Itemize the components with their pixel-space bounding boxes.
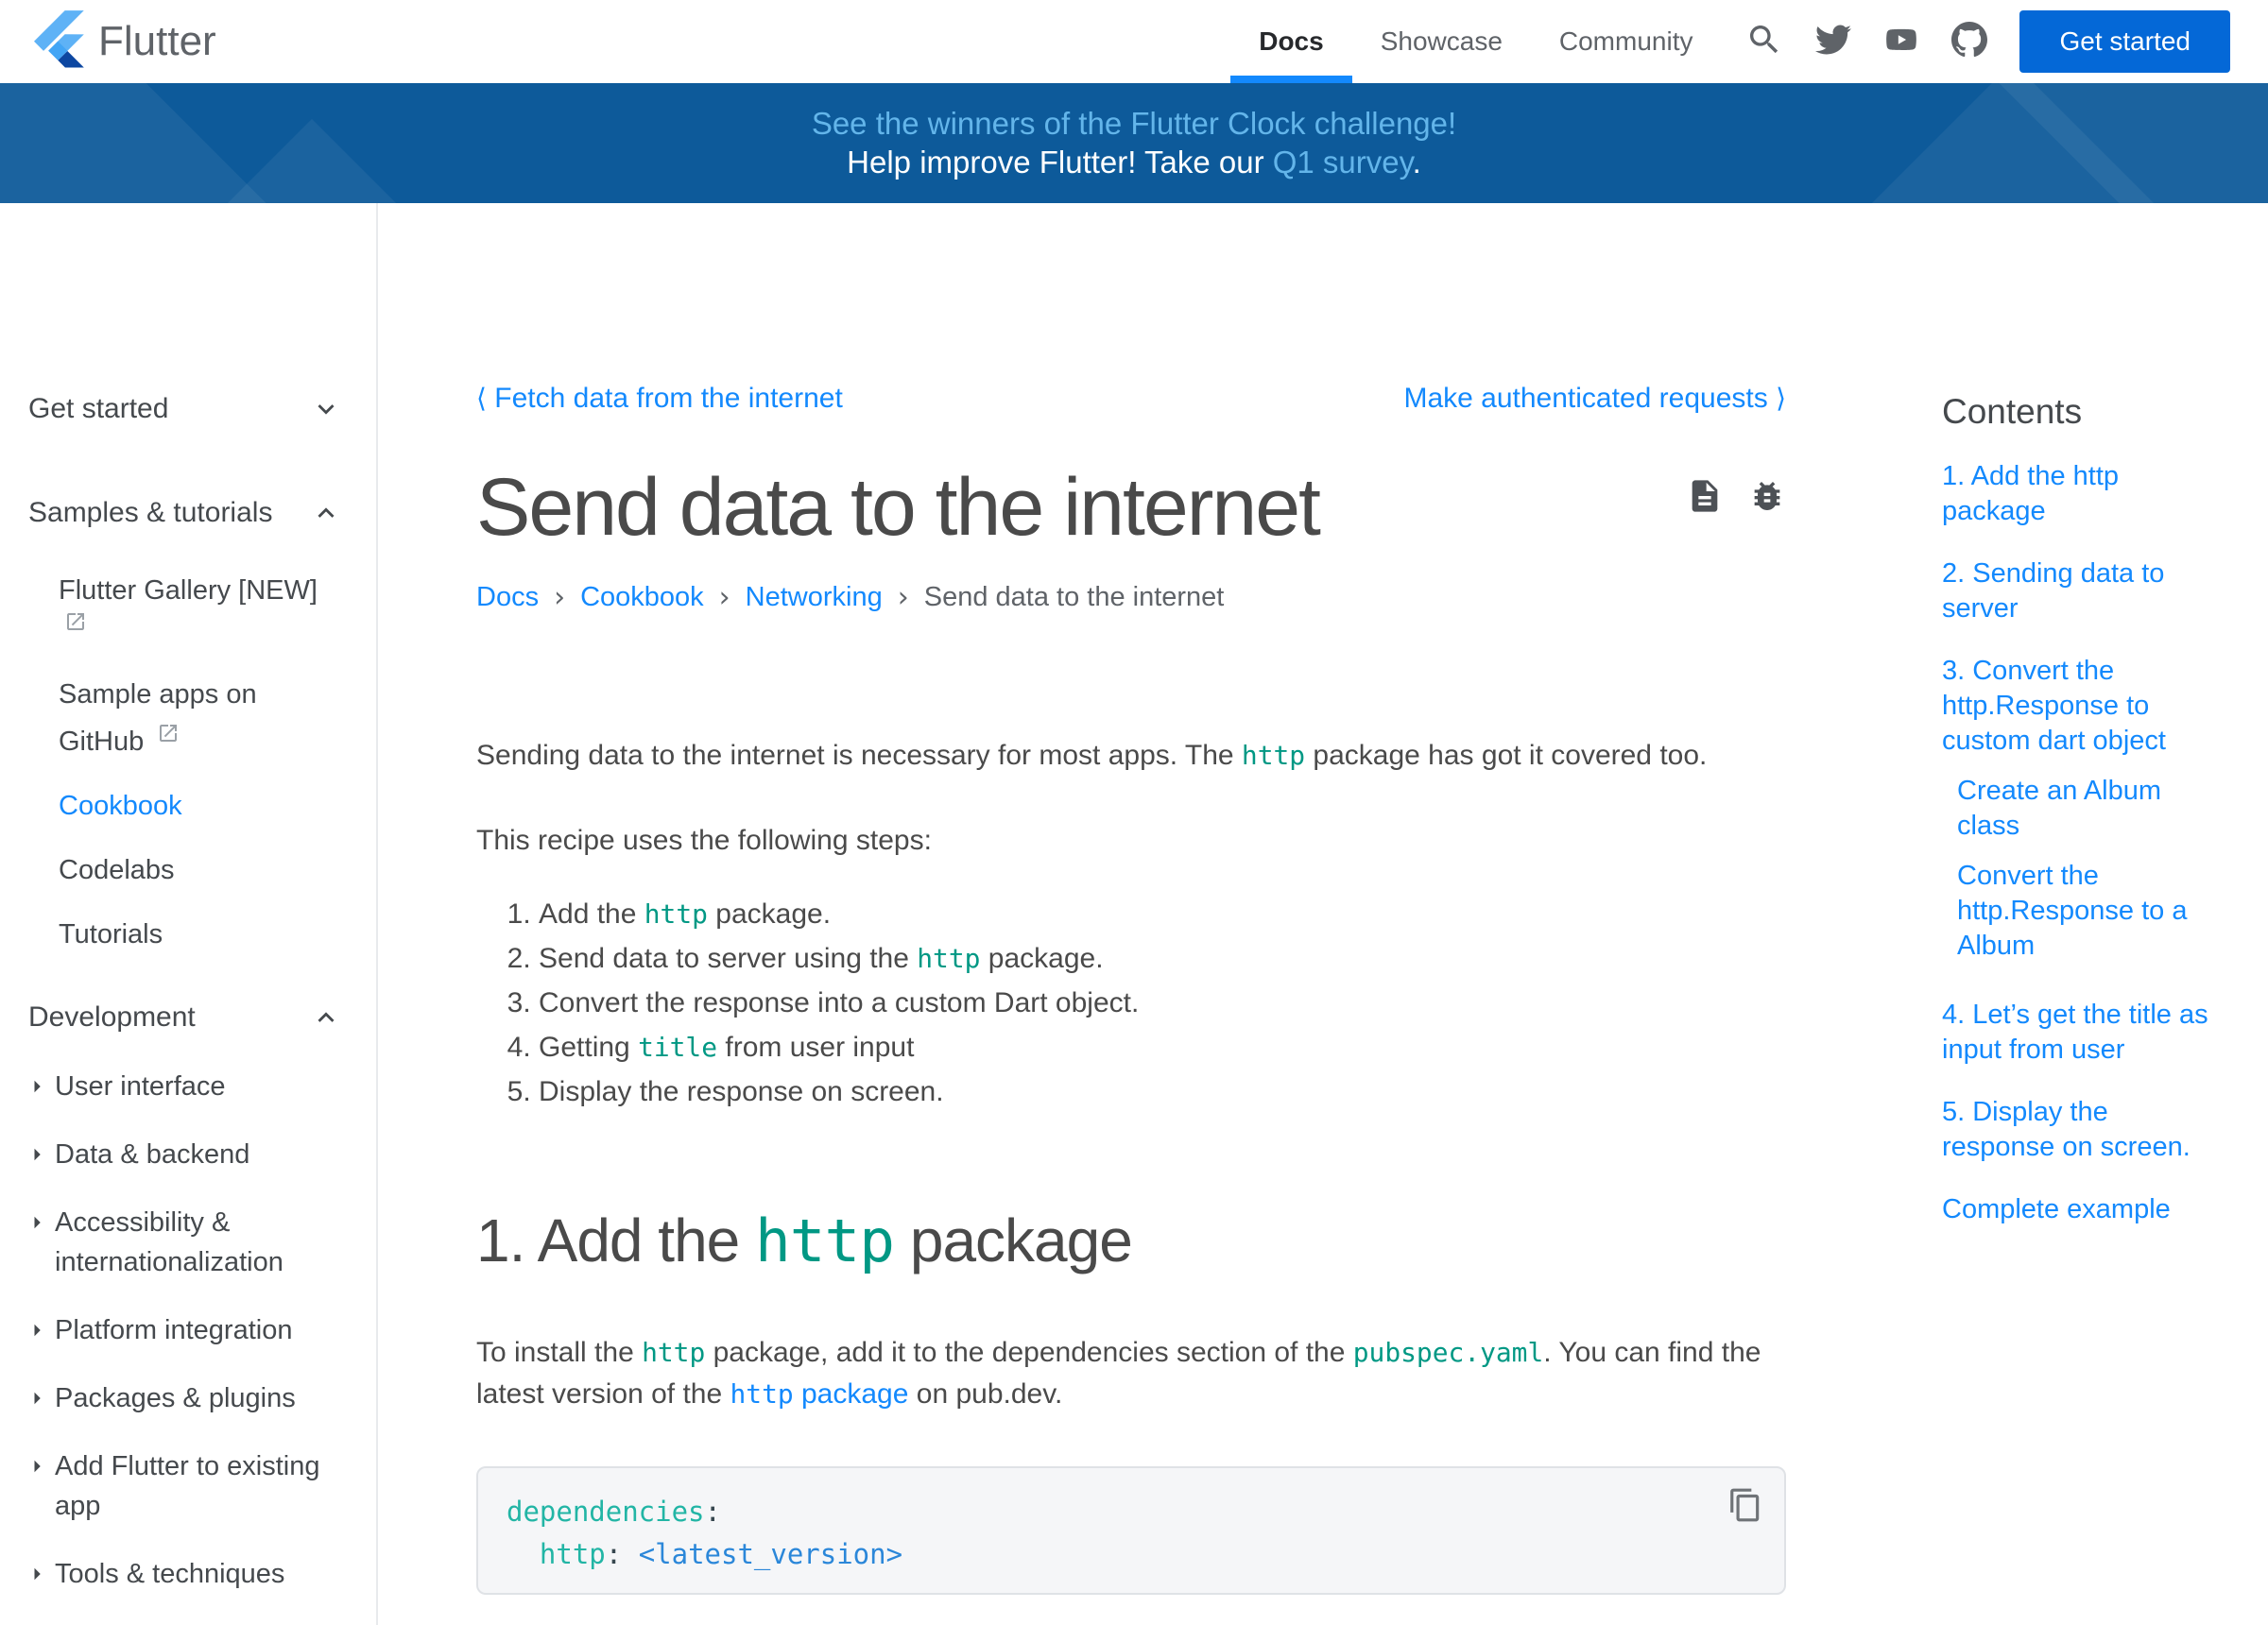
- sidebar-section-development[interactable]: Development: [28, 997, 342, 1038]
- sidebar-section-samples-tutorials[interactable]: Samples & tutorials: [28, 492, 342, 534]
- sidebar-item-sample-apps-github[interactable]: Sample apps on GitHub: [59, 677, 342, 759]
- nav-tab-showcase[interactable]: Showcase: [1352, 0, 1531, 83]
- top-navbar: Flutter Docs Showcase Community Get star…: [0, 0, 2268, 83]
- sidebar-item-user-interface[interactable]: User interface: [28, 1067, 342, 1106]
- toc-link-3-sub-2[interactable]: Convert the http.Response to a Album: [1942, 859, 2225, 964]
- sidebar-item-codelabs[interactable]: Codelabs: [59, 853, 342, 887]
- docs-sidebar: Get started Samples & tutorials Flutter …: [0, 203, 378, 1625]
- triangle-right-icon: [23, 1560, 51, 1588]
- prev-next-nav: ⟨ Fetch data from the internet Make auth…: [476, 383, 1786, 415]
- breadcrumb-current: Send data to the internet: [924, 582, 1225, 613]
- sidebar-item-cookbook[interactable]: Cookbook: [59, 789, 342, 823]
- toc-link-3[interactable]: 3. Convert the http.Response to custom d…: [1942, 654, 2225, 759]
- sidebar-item-add-flutter-existing-app[interactable]: Add Flutter to existing app: [28, 1446, 342, 1526]
- youtube-icon[interactable]: [1883, 22, 1919, 62]
- external-link-icon: [64, 607, 87, 641]
- sidebar-section-get-started[interactable]: Get started: [28, 388, 342, 430]
- install-paragraph: To install the http package, add it to t…: [476, 1332, 1786, 1415]
- sidebar-item-tools-techniques[interactable]: Tools & techniques: [28, 1554, 342, 1594]
- toc-link-1[interactable]: 1. Add the http package: [1942, 459, 2225, 529]
- toc-link-6[interactable]: Complete example: [1942, 1192, 2225, 1227]
- triangle-right-icon: [23, 1452, 51, 1480]
- twitter-icon[interactable]: [1815, 22, 1851, 62]
- step-item: Send data to server using the http packa…: [539, 936, 1786, 981]
- survey-text: Help improve Flutter! Take our: [847, 145, 1273, 180]
- step-item: Display the response on screen.: [539, 1069, 1786, 1114]
- triangle-right-icon: [23, 1316, 51, 1344]
- announcement-banner: See the winners of the Flutter Clock cha…: [0, 83, 2268, 203]
- steps-list: Add the http package. Send data to serve…: [476, 892, 1786, 1114]
- contents-toc: Contents 1. Add the http package 2. Send…: [1942, 203, 2225, 1625]
- sidebar-item-platform-integration[interactable]: Platform integration: [28, 1310, 342, 1350]
- breadcrumb-networking[interactable]: Networking: [746, 582, 883, 613]
- intro-paragraph: Sending data to the internet is necessar…: [476, 735, 1786, 777]
- chevron-down-icon: [310, 393, 342, 425]
- document-icon[interactable]: [1686, 477, 1724, 515]
- external-link-icon: [157, 719, 180, 753]
- copy-icon[interactable]: [1727, 1487, 1763, 1535]
- step-item: Getting title from user input: [539, 1025, 1786, 1069]
- sidebar-item-data-backend[interactable]: Data & backend: [28, 1135, 342, 1174]
- toc-link-4[interactable]: 4. Let’s get the title as input from use…: [1942, 998, 2225, 1068]
- toc-link-2[interactable]: 2. Sending data to server: [1942, 556, 2225, 626]
- http-package-link[interactable]: http package: [730, 1378, 908, 1410]
- bug-report-icon[interactable]: [1748, 477, 1786, 515]
- sidebar-item-flutter-gallery[interactable]: Flutter Gallery [NEW]: [59, 573, 342, 647]
- step-item: Add the http package.: [539, 892, 1786, 936]
- toc-title: Contents: [1942, 392, 2225, 432]
- chevron-up-icon: [310, 497, 342, 529]
- sidebar-item-tutorials[interactable]: Tutorials: [59, 917, 342, 951]
- main-nav: Docs Showcase Community: [1230, 0, 1721, 83]
- sidebar-item-packages-plugins[interactable]: Packages & plugins: [28, 1378, 342, 1418]
- section-heading-add-http: 1. Add the http package: [476, 1205, 1786, 1277]
- chevron-right-icon: ›: [719, 581, 730, 614]
- sidebar-item-accessibility[interactable]: Accessibility & internationalization: [28, 1203, 342, 1282]
- step-item: Convert the response into a custom Dart …: [539, 981, 1786, 1025]
- triangle-right-icon: [23, 1384, 51, 1412]
- prev-page-link[interactable]: ⟨ Fetch data from the internet: [476, 383, 843, 415]
- triangle-right-icon: [23, 1208, 51, 1237]
- inline-code-http: http: [1242, 740, 1305, 771]
- chevron-right-icon: ›: [554, 581, 565, 614]
- code-line: dependencies:: [507, 1491, 1756, 1533]
- breadcrumb-docs[interactable]: Docs: [476, 582, 539, 613]
- code-block: dependencies: http: <latest_version>: [476, 1466, 1786, 1595]
- github-icon[interactable]: [1951, 22, 1987, 62]
- triangle-right-icon: [23, 1140, 51, 1169]
- flutter-logo[interactable]: Flutter: [34, 10, 216, 73]
- page-title: Send data to the internet: [476, 462, 1319, 553]
- chevron-right-icon: ›: [898, 581, 909, 614]
- recipe-line: This recipe uses the following steps:: [476, 820, 1786, 862]
- toc-link-5[interactable]: 5. Display the response on screen.: [1942, 1095, 2225, 1165]
- breadcrumb: Docs › Cookbook › Networking › Send data…: [476, 581, 1786, 614]
- breadcrumb-cookbook[interactable]: Cookbook: [580, 582, 704, 613]
- triangle-right-icon: [23, 1072, 51, 1101]
- get-started-button[interactable]: Get started: [2019, 10, 2230, 73]
- next-page-link[interactable]: Make authenticated requests ⟩: [1403, 383, 1786, 415]
- nav-tab-community[interactable]: Community: [1531, 0, 1722, 83]
- search-icon[interactable]: [1745, 21, 1783, 63]
- toc-link-3-sub-1[interactable]: Create an Album class: [1942, 774, 2225, 844]
- chevron-up-icon: [310, 1001, 342, 1034]
- q1-survey-link[interactable]: Q1 survey: [1273, 145, 1413, 180]
- clock-challenge-link[interactable]: See the winners of the Flutter Clock cha…: [812, 106, 1456, 141]
- article-content: ⟨ Fetch data from the internet Make auth…: [476, 203, 1786, 1625]
- code-line: http: <latest_version>: [507, 1533, 1756, 1576]
- brand-name: Flutter: [98, 18, 216, 65]
- flutter-logo-icon: [34, 10, 85, 73]
- nav-tab-docs[interactable]: Docs: [1230, 0, 1351, 83]
